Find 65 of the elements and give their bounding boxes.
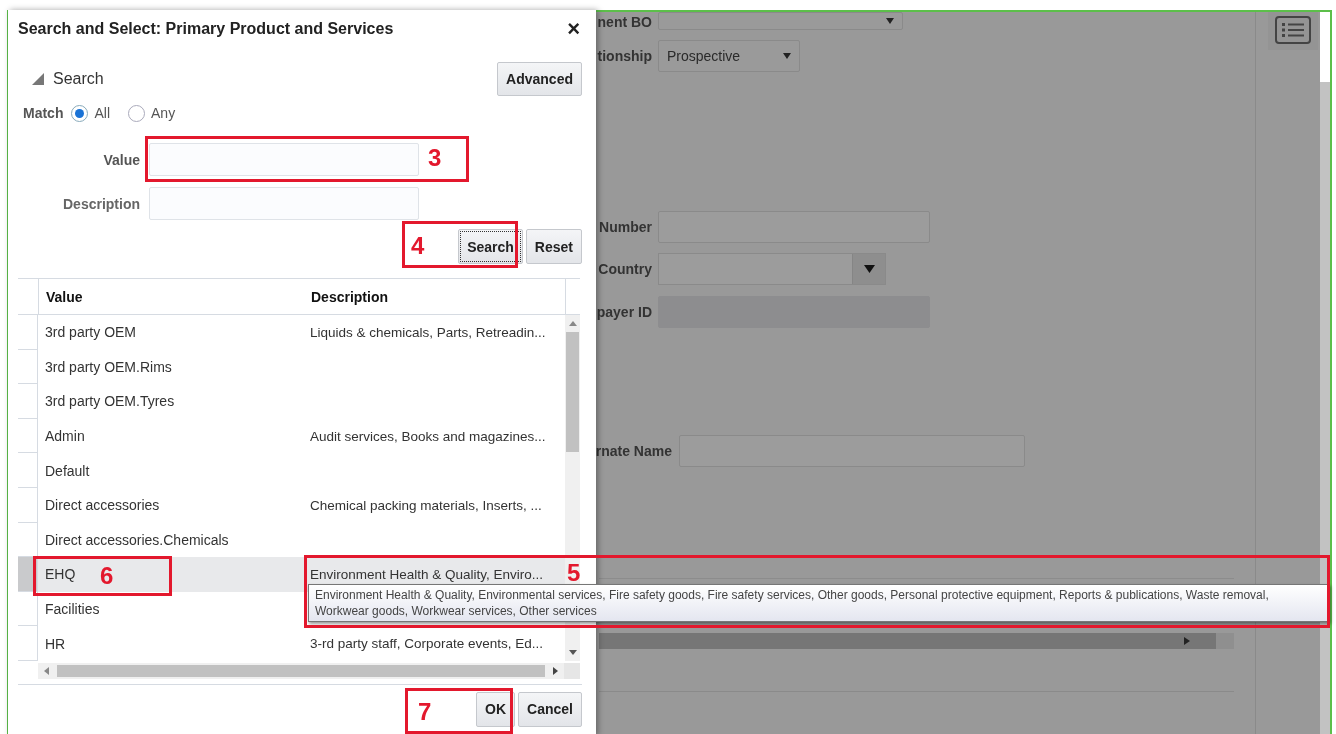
search-button[interactable]: Search bbox=[458, 229, 523, 264]
section-title: Search bbox=[53, 70, 105, 88]
scrollbar[interactable] bbox=[599, 633, 1234, 649]
reset-button[interactable]: Reset bbox=[525, 229, 582, 264]
select-field[interactable]: Prospective bbox=[658, 40, 800, 72]
radio-label: All bbox=[94, 105, 110, 121]
caret-icon bbox=[863, 265, 875, 273]
dialog-title: Search and Select: Primary Product and Services bbox=[18, 20, 394, 38]
table-row[interactable]: 3rd party OEM.Tyres bbox=[18, 384, 565, 419]
column-header[interactable]: Description bbox=[303, 279, 566, 314]
table-cell: Chemical packing materials, Inserts, ... bbox=[310, 497, 542, 513]
table-row[interactable]: Direct accessories Chemical packing materials, Inserts, ... bbox=[18, 487, 565, 523]
table-cell: Audit services, Books and magazines... bbox=[310, 428, 546, 444]
table-cell: HR bbox=[45, 635, 66, 652]
field-label: Number bbox=[598, 219, 652, 235]
callout-number: 4 bbox=[411, 232, 425, 260]
table-cell: EHQ bbox=[45, 566, 76, 583]
left-arrow-icon bbox=[44, 666, 49, 675]
right-arrow-icon bbox=[1184, 637, 1190, 645]
table-row[interactable]: Admin Audit services, Books and magazines... bbox=[18, 418, 565, 454]
field-label: Country bbox=[597, 261, 652, 277]
table-cell: Environment Health & Quality, Enviro... bbox=[310, 566, 544, 582]
table-row[interactable]: Default bbox=[18, 453, 565, 488]
table-cell: 3-rd party staff, Corporate events, Ed... bbox=[310, 636, 544, 652]
table-cell: 3rd party OEM.Tyres bbox=[45, 393, 175, 410]
close-button[interactable]: × bbox=[565, 18, 582, 40]
radio-button[interactable] bbox=[128, 104, 145, 122]
table-cell: 3rd party OEM bbox=[45, 324, 137, 341]
match-label: Match bbox=[23, 105, 64, 121]
field-label: rnate Name bbox=[594, 443, 672, 459]
callout-number: 3 bbox=[428, 144, 442, 172]
table-cell: Direct accessories.Chemicals bbox=[45, 531, 229, 548]
field-label: Description bbox=[62, 195, 140, 212]
field-label: Value bbox=[102, 151, 140, 168]
table-row[interactable]: 3rd party OEM Liquids & chemicals, Parts, Retreadin... bbox=[18, 315, 565, 350]
caret-icon bbox=[783, 53, 791, 59]
table-cell: Default bbox=[45, 462, 90, 479]
radio-button[interactable] bbox=[71, 104, 89, 122]
collapse-triangle-icon[interactable] bbox=[32, 73, 44, 85]
table-cell: Facilities bbox=[45, 601, 100, 618]
caret-icon bbox=[886, 18, 894, 24]
combo-field[interactable] bbox=[658, 253, 886, 285]
field-label: tionship bbox=[596, 48, 652, 64]
up-arrow-icon bbox=[568, 321, 577, 326]
down-arrow-icon bbox=[568, 649, 577, 655]
callout-number: 6 bbox=[100, 562, 114, 590]
tooltip-text: Workwear goods, Workwear services, Other services bbox=[315, 603, 598, 619]
select-field[interactable] bbox=[658, 12, 903, 30]
column-header[interactable]: Value bbox=[39, 279, 303, 314]
table-cell: Direct accessories bbox=[45, 497, 160, 514]
field-label: nent BO bbox=[596, 14, 652, 30]
table-cell: 3rd party OEM.Rims bbox=[45, 358, 172, 375]
table-row[interactable]: 3rd party OEM.Rims bbox=[18, 349, 565, 385]
advanced-button[interactable]: Advanced bbox=[497, 62, 582, 96]
scrollbar[interactable] bbox=[1320, 12, 1330, 734]
radio-label: Any bbox=[151, 105, 176, 121]
right-arrow-icon bbox=[553, 666, 558, 675]
callout-number: 7 bbox=[418, 698, 432, 726]
field-label: payer ID bbox=[595, 304, 652, 320]
list-icon[interactable] bbox=[1275, 16, 1311, 44]
callout-number: 5 bbox=[567, 559, 581, 587]
table-row[interactable]: HR 3-rd party staff, Corporate events, Ed... bbox=[18, 626, 565, 661]
table-cell: Liquids & chemicals, Parts, Retreadin... bbox=[310, 324, 546, 340]
table-cell: Admin bbox=[45, 428, 85, 445]
cancel-button[interactable]: Cancel bbox=[518, 691, 582, 727]
